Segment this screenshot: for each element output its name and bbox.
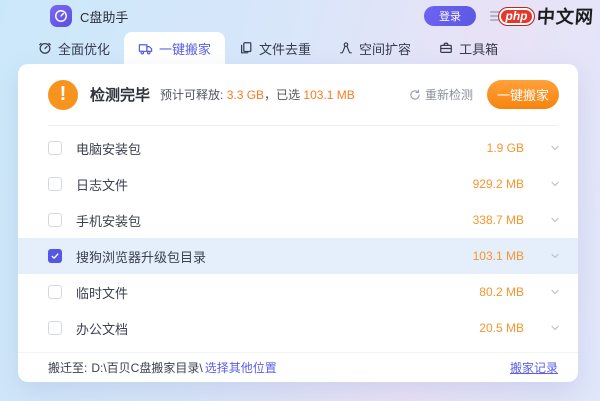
chevron-down-icon[interactable] bbox=[548, 285, 562, 299]
destination-label: 搬迁至: bbox=[48, 359, 87, 376]
chevron-down-icon[interactable] bbox=[548, 141, 562, 155]
scan-status-detail: 预计可释放: 3.3 GB，已选 103.1 MB bbox=[160, 86, 355, 103]
php-logo-text: 中文网 bbox=[536, 3, 595, 29]
checkbox-checked[interactable] bbox=[48, 249, 62, 263]
one-click-move-button[interactable]: 一键搬家 bbox=[487, 80, 559, 109]
selected-value: 103.1 MB bbox=[303, 88, 354, 102]
app-logo-icon bbox=[50, 5, 72, 27]
tab-bar: 全面优化 一键搬家 文件去重 空间扩容 工具箱 bbox=[0, 32, 600, 64]
tab-label: 工具箱 bbox=[459, 39, 498, 58]
refresh-icon bbox=[409, 89, 421, 101]
tab-toolbox[interactable]: 工具箱 bbox=[425, 32, 512, 64]
toolbox-icon bbox=[439, 41, 453, 55]
tab-label: 文件去重 bbox=[259, 39, 311, 58]
checkbox[interactable] bbox=[48, 285, 62, 299]
item-label: 临时文件 bbox=[76, 283, 128, 302]
item-size: 338.7 MB bbox=[473, 213, 524, 227]
recheck-label: 重新检测 bbox=[425, 86, 473, 103]
tab-label: 全面优化 bbox=[58, 39, 110, 58]
main-panel: ! 检测完毕 预计可释放: 3.3 GB，已选 103.1 MB 重新检测 一键… bbox=[18, 64, 578, 382]
item-label: 电脑安装包 bbox=[76, 139, 141, 158]
chevron-down-icon[interactable] bbox=[548, 177, 562, 191]
item-size: 103.1 MB bbox=[473, 249, 524, 263]
selected-label: ，已选 bbox=[264, 88, 300, 102]
top-bar: C盘助手 登录 php 中文网 bbox=[0, 0, 600, 32]
list-item-log-files[interactable]: 日志文件 929.2 MB bbox=[18, 166, 578, 202]
checkbox[interactable] bbox=[48, 213, 62, 227]
list-item-phone-installers[interactable]: 手机安装包 338.7 MB bbox=[18, 202, 578, 238]
estimate-value: 3.3 GB bbox=[227, 88, 264, 102]
tab-file-dedup[interactable]: 文件去重 bbox=[225, 32, 325, 64]
choose-location-link[interactable]: 选择其他位置 bbox=[205, 359, 277, 376]
login-button[interactable]: 登录 bbox=[424, 6, 476, 26]
truck-icon bbox=[138, 41, 153, 56]
tab-label: 空间扩容 bbox=[359, 39, 411, 58]
tab-one-click-move[interactable]: 一键搬家 bbox=[124, 32, 225, 64]
item-label: 搜狗浏览器升级包目录 bbox=[76, 247, 206, 266]
gauge-glyph-icon bbox=[54, 9, 68, 23]
item-size: 80.2 MB bbox=[479, 285, 524, 299]
php-logo-oval: php bbox=[498, 7, 535, 26]
list-item-office-docs[interactable]: 办公文档 20.5 MB bbox=[18, 310, 578, 346]
chevron-down-icon[interactable] bbox=[548, 321, 562, 335]
expand-jack-icon bbox=[339, 41, 353, 55]
list-item-sogou-upgrade-dir[interactable]: 搜狗浏览器升级包目录 103.1 MB bbox=[18, 238, 578, 274]
destination-path: D:\百贝C盘搬家目录\ bbox=[91, 359, 202, 376]
scan-summary-header: ! 检测完毕 预计可释放: 3.3 GB，已选 103.1 MB 重新检测 一键… bbox=[18, 64, 578, 125]
php-brand-logo: php 中文网 bbox=[490, 3, 594, 29]
warning-exclamation-icon: ! bbox=[48, 80, 78, 110]
app-title: C盘助手 bbox=[80, 7, 128, 26]
estimate-label: 预计可释放: bbox=[160, 88, 223, 102]
item-size: 929.2 MB bbox=[473, 177, 524, 191]
chevron-down-icon[interactable] bbox=[548, 213, 562, 227]
item-label: 日志文件 bbox=[76, 175, 128, 194]
list-item-temp-files[interactable]: 临时文件 80.2 MB bbox=[18, 274, 578, 310]
checkbox[interactable] bbox=[48, 321, 62, 335]
category-list: 电脑安装包 1.9 GB 日志文件 929.2 MB 手机安装包 338.7 M… bbox=[18, 126, 578, 346]
tab-label: 一键搬家 bbox=[159, 39, 211, 58]
dedup-docs-icon bbox=[239, 41, 253, 55]
check-icon bbox=[50, 251, 60, 261]
scan-status-title: 检测完毕 bbox=[90, 84, 150, 105]
panel-footer: 搬迁至: D:\百贝C盘搬家目录\ 选择其他位置 搬家记录 bbox=[18, 352, 578, 382]
item-label: 办公文档 bbox=[76, 319, 128, 338]
gauge-icon bbox=[38, 41, 52, 55]
tab-full-optimize[interactable]: 全面优化 bbox=[24, 32, 124, 64]
tab-space-expand[interactable]: 空间扩容 bbox=[325, 32, 425, 64]
checkbox[interactable] bbox=[48, 177, 62, 191]
chevron-down-icon[interactable] bbox=[548, 249, 562, 263]
item-size: 20.5 MB bbox=[479, 321, 524, 335]
checkbox[interactable] bbox=[48, 141, 62, 155]
item-label: 手机安装包 bbox=[76, 211, 141, 230]
item-size: 1.9 GB bbox=[487, 141, 524, 155]
list-item-pc-installers[interactable]: 电脑安装包 1.9 GB bbox=[18, 130, 578, 166]
move-history-link[interactable]: 搬家记录 bbox=[510, 359, 558, 376]
recheck-button[interactable]: 重新检测 bbox=[409, 86, 473, 103]
